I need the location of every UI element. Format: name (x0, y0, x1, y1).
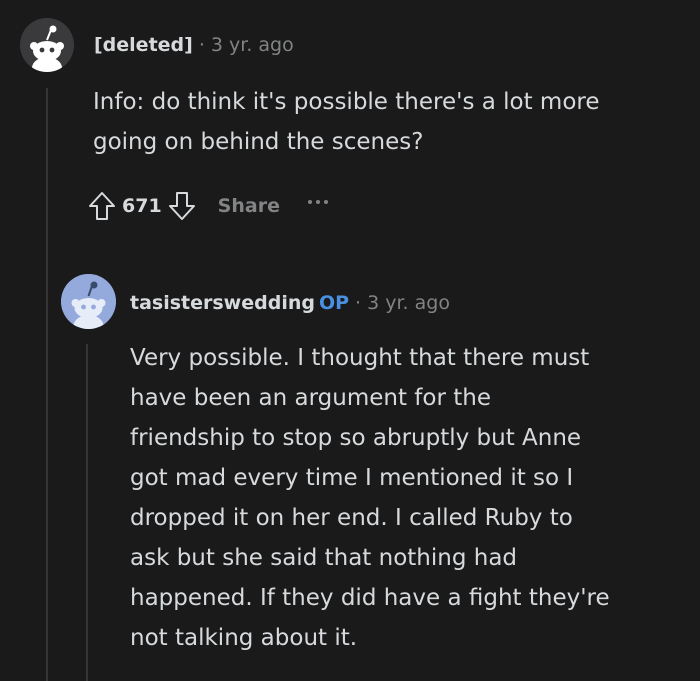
comment-body-line: not talking about it. (130, 625, 358, 651)
thread-line-reply[interactable] (86, 344, 88, 681)
comment-body-reply: Very possible. I thought that there must… (130, 338, 690, 658)
comment-body-line: ask but she said that nothing had (130, 545, 518, 571)
comment-body-line: have been an argument for the (130, 385, 491, 411)
comment-age[interactable]: 3 yr. ago (211, 34, 294, 56)
vote-score: 671 (122, 195, 162, 217)
upvote-button[interactable] (88, 191, 116, 221)
more-dots-icon (307, 200, 312, 204)
comment-action-bar: 671 Share (88, 186, 328, 226)
meta-separator: · (198, 34, 205, 56)
more-options-button[interactable] (307, 186, 328, 226)
more-dots-icon (315, 200, 320, 204)
comment-meta-parent: [deleted] · 3 yr. ago (94, 33, 294, 57)
share-button[interactable]: Share (218, 195, 280, 217)
comment-body-parent: Info: do think it's possible there's a l… (93, 82, 683, 162)
comment-body-line: going on behind the scenes? (93, 129, 424, 155)
comment-author[interactable]: [deleted] (94, 34, 193, 56)
arrow-down-icon (168, 192, 195, 220)
downvote-button[interactable] (168, 191, 196, 221)
op-badge: OP (318, 292, 350, 314)
avatar-deleted-user[interactable] (20, 18, 74, 72)
comment-age[interactable]: 3 yr. ago (367, 292, 450, 314)
comment-body-line: Very possible. I thought that there must (130, 345, 590, 371)
comment-meta-reply: tasisterswedding OP · 3 yr. ago (130, 291, 450, 315)
reddit-snoo-avatar-icon (61, 274, 116, 329)
thread-line-parent[interactable] (46, 88, 48, 681)
comment-body-line: happened. If they did have a fight they'… (130, 585, 610, 611)
comment-author[interactable]: tasisterswedding (130, 292, 315, 314)
comment-body-line: Info: do think it's possible there's a l… (93, 89, 600, 115)
arrow-up-icon (89, 192, 115, 220)
comment-body-line: got mad every time I mentioned it so I (130, 465, 574, 491)
reddit-snoo-avatar-icon (20, 18, 74, 72)
meta-separator: · (355, 292, 362, 314)
more-dots-icon (323, 200, 328, 204)
comment-body-line: friendship to stop so abruptly but Anne (130, 425, 582, 451)
avatar-op-user[interactable] (61, 274, 116, 329)
comment-body-line: dropped it on her end. I called Ruby to (130, 505, 573, 531)
